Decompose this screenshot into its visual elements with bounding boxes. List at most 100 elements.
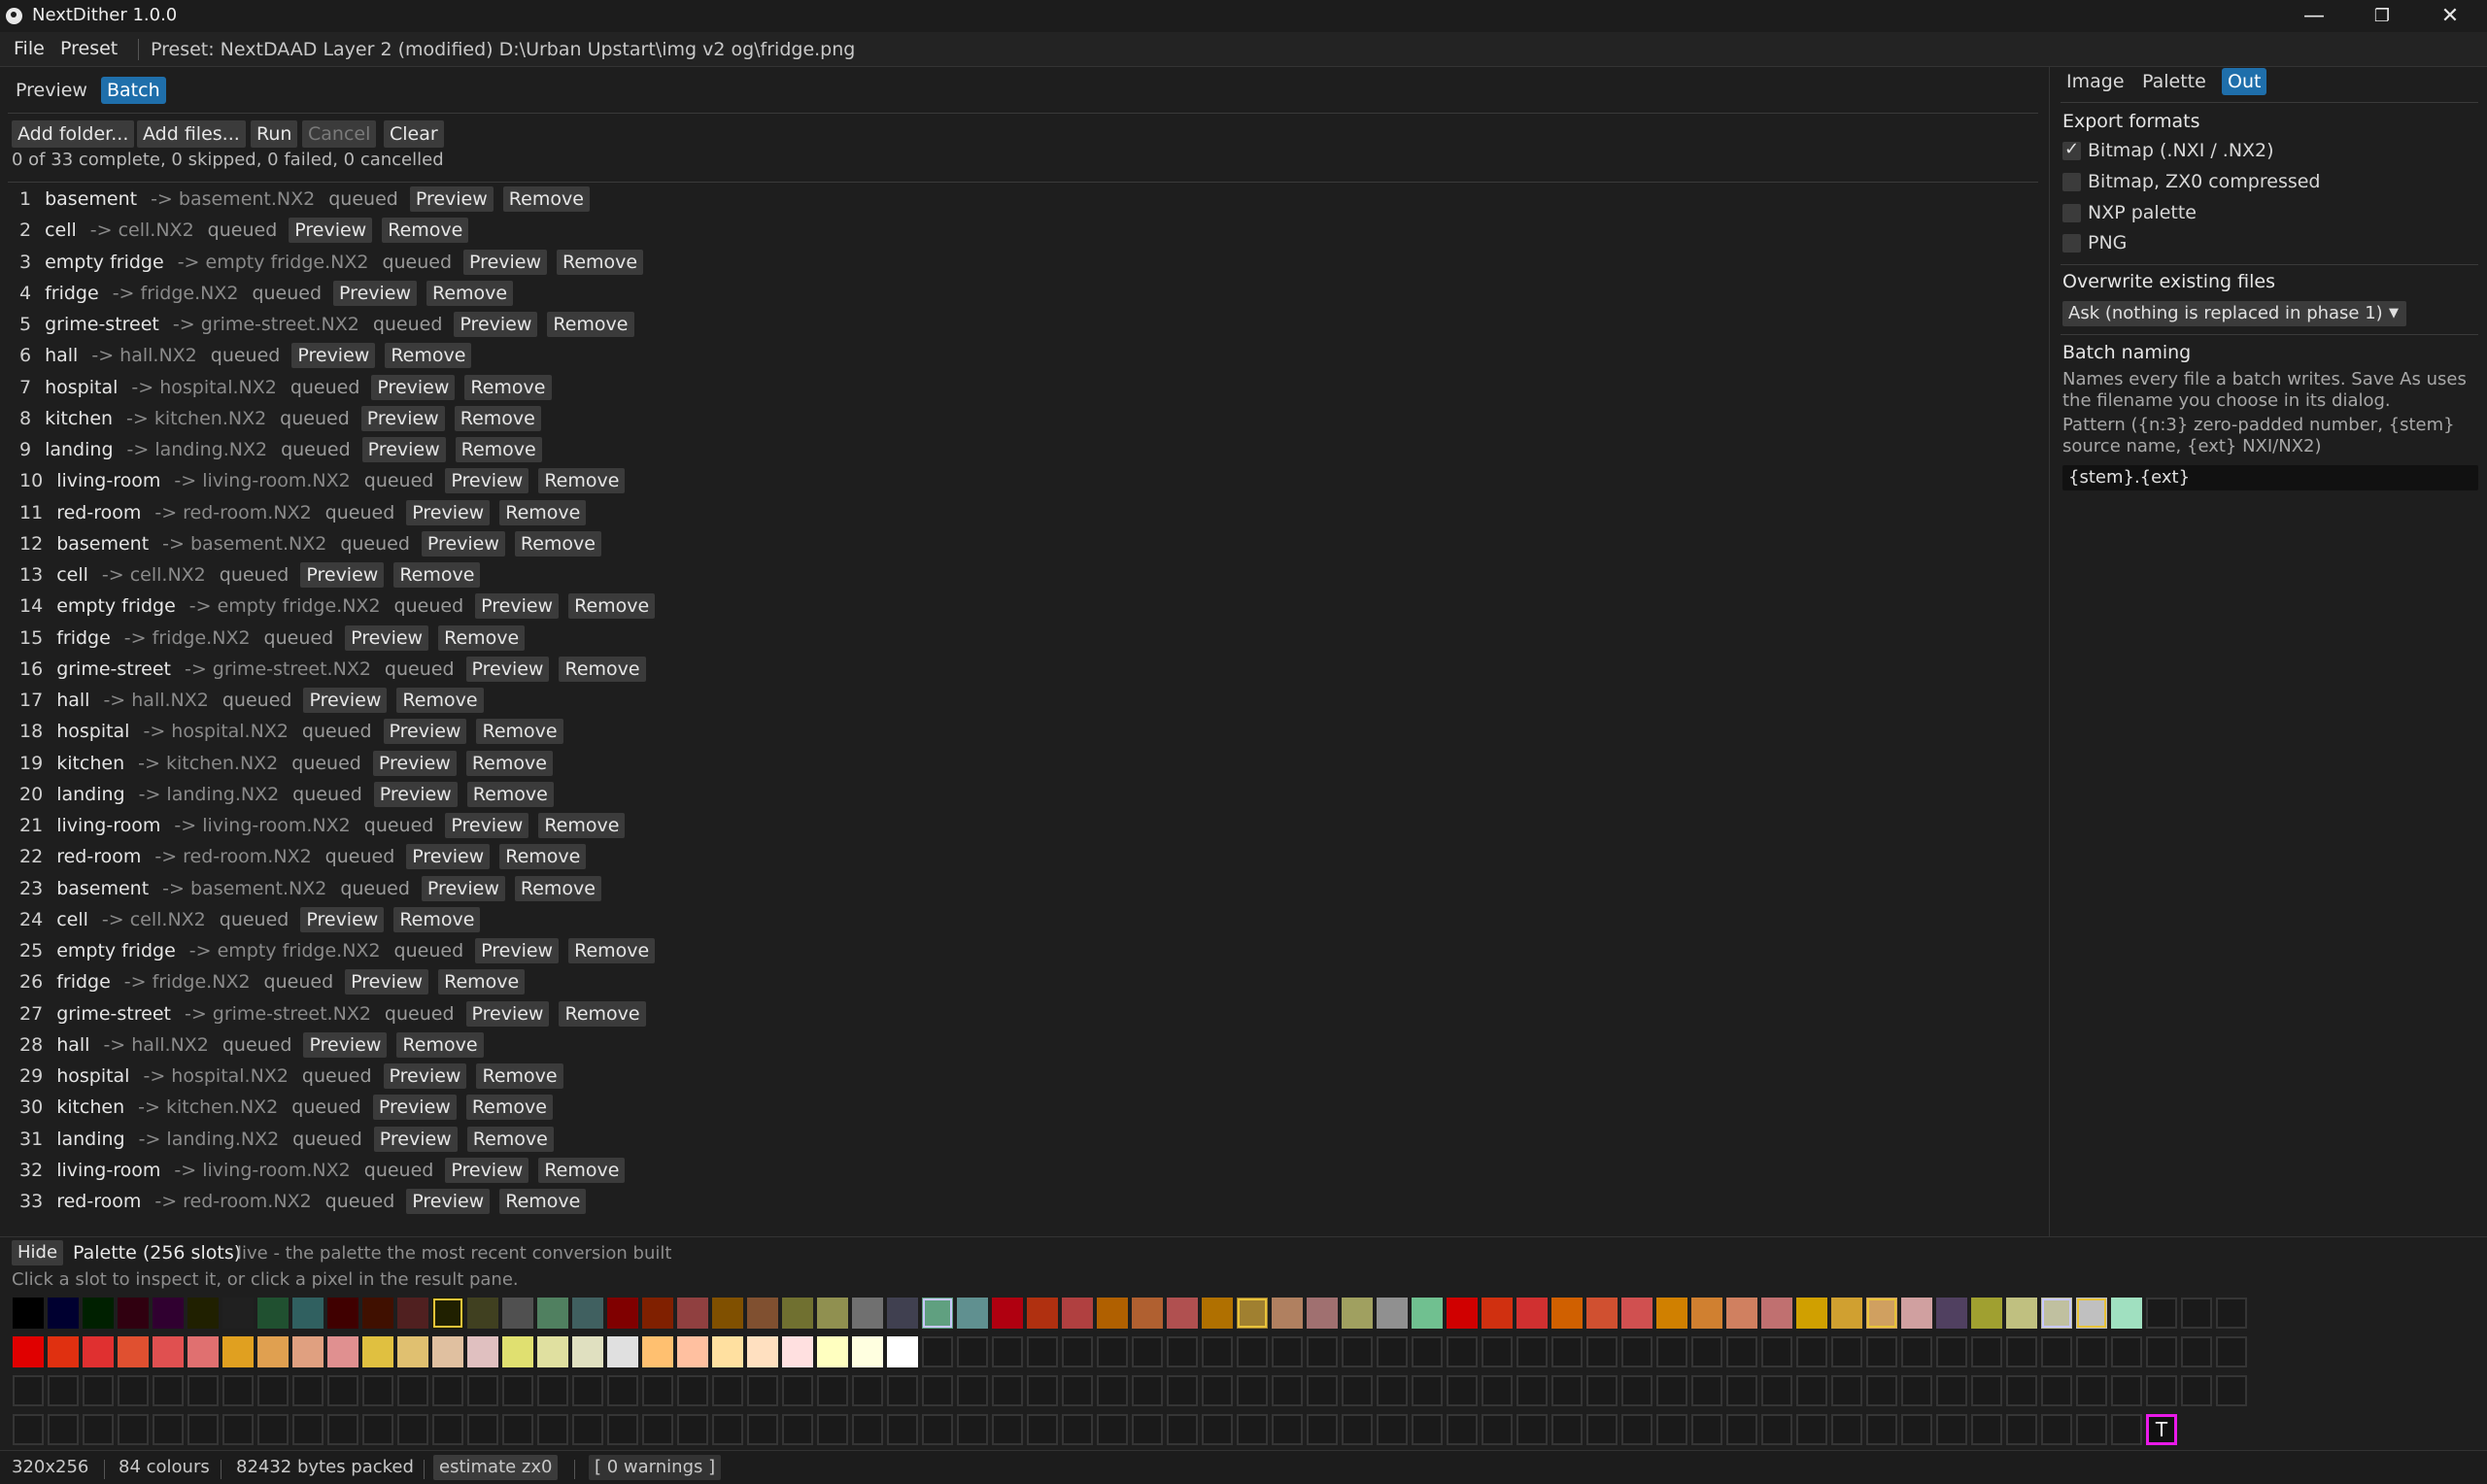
palette-slot[interactable] bbox=[327, 1375, 358, 1406]
row-preview-button[interactable]: Preview bbox=[463, 249, 548, 275]
palette-slot[interactable] bbox=[1307, 1375, 1338, 1406]
palette-slot[interactable] bbox=[1167, 1336, 1198, 1367]
palette-slot[interactable] bbox=[1936, 1414, 1967, 1445]
palette-slot[interactable] bbox=[677, 1336, 708, 1367]
palette-slot[interactable] bbox=[1342, 1336, 1373, 1367]
cancel-button[interactable]: Cancel bbox=[302, 120, 377, 148]
palette-slot[interactable] bbox=[1516, 1414, 1548, 1445]
row-remove-button[interactable]: Remove bbox=[568, 593, 656, 620]
palette-slot[interactable] bbox=[922, 1375, 953, 1406]
row-preview-button[interactable]: Preview bbox=[289, 218, 373, 244]
row-preview-button[interactable]: Preview bbox=[373, 781, 458, 807]
palette-slot[interactable] bbox=[1901, 1414, 1932, 1445]
palette-slot[interactable] bbox=[887, 1375, 918, 1406]
row-preview-button[interactable]: Preview bbox=[445, 468, 529, 494]
row-remove-button[interactable]: Remove bbox=[568, 938, 656, 963]
row-preview-button[interactable]: Preview bbox=[345, 624, 429, 651]
palette-slot[interactable] bbox=[2041, 1298, 2072, 1329]
palette-slot[interactable] bbox=[292, 1298, 324, 1329]
palette-slot[interactable] bbox=[2216, 1298, 2247, 1329]
menu-preset[interactable]: Preset bbox=[60, 38, 118, 59]
transparent-slot[interactable]: T bbox=[2146, 1414, 2177, 1445]
row-preview-button[interactable]: Preview bbox=[303, 1031, 388, 1058]
row-preview-button[interactable]: Preview bbox=[291, 343, 376, 369]
row-remove-button[interactable]: Remove bbox=[538, 468, 626, 494]
naming-pattern-input[interactable]: {stem}.{ext} bbox=[2062, 465, 2478, 490]
palette-slot[interactable] bbox=[1132, 1336, 1163, 1367]
palette-slot[interactable] bbox=[852, 1414, 883, 1445]
palette-slot[interactable] bbox=[13, 1414, 44, 1445]
palette-slot[interactable] bbox=[362, 1414, 393, 1445]
palette-slot[interactable] bbox=[1027, 1375, 1058, 1406]
row-remove-button[interactable]: Remove bbox=[438, 624, 526, 651]
row-remove-button[interactable]: Remove bbox=[396, 688, 484, 713]
palette-slot[interactable] bbox=[1936, 1375, 1967, 1406]
row-remove-button[interactable]: Remove bbox=[476, 1063, 563, 1089]
palette-slot[interactable] bbox=[642, 1375, 673, 1406]
palette-slot[interactable] bbox=[992, 1336, 1023, 1367]
row-remove-button[interactable]: Remove bbox=[465, 1095, 553, 1121]
palette-slot[interactable] bbox=[1901, 1336, 1932, 1367]
row-remove-button[interactable]: Remove bbox=[538, 813, 626, 838]
palette-slot[interactable] bbox=[642, 1336, 673, 1367]
palette-slot[interactable] bbox=[922, 1336, 953, 1367]
row-remove-button[interactable]: Remove bbox=[426, 280, 514, 306]
palette-slot[interactable] bbox=[1866, 1298, 1897, 1329]
palette-slot[interactable] bbox=[187, 1336, 219, 1367]
palette-slot[interactable] bbox=[782, 1336, 813, 1367]
palette-slot[interactable] bbox=[957, 1375, 988, 1406]
row-preview-button[interactable]: Preview bbox=[406, 1189, 491, 1214]
palette-slot[interactable] bbox=[747, 1375, 778, 1406]
minimize-icon[interactable]: — bbox=[2281, 0, 2347, 32]
palette-slot[interactable] bbox=[1027, 1336, 1058, 1367]
palette-slot[interactable] bbox=[1796, 1375, 1827, 1406]
palette-slot[interactable] bbox=[1237, 1336, 1268, 1367]
palette-slot[interactable] bbox=[48, 1298, 79, 1329]
palette-slot[interactable] bbox=[13, 1375, 44, 1406]
palette-slot[interactable] bbox=[1586, 1414, 1618, 1445]
palette-slot[interactable] bbox=[852, 1375, 883, 1406]
palette-slot[interactable] bbox=[2041, 1336, 2072, 1367]
menu-file[interactable]: File bbox=[14, 38, 45, 59]
palette-slot[interactable] bbox=[957, 1298, 988, 1329]
palette-slot[interactable] bbox=[1656, 1336, 1687, 1367]
row-preview-button[interactable]: Preview bbox=[345, 969, 429, 995]
palette-slot[interactable] bbox=[397, 1375, 428, 1406]
palette-slot[interactable] bbox=[48, 1336, 79, 1367]
row-preview-button[interactable]: Preview bbox=[371, 374, 456, 400]
row-preview-button[interactable]: Preview bbox=[300, 906, 385, 932]
palette-slot[interactable] bbox=[467, 1336, 498, 1367]
palette-slot[interactable] bbox=[1342, 1298, 1373, 1329]
palette-slot[interactable] bbox=[1691, 1375, 1722, 1406]
row-remove-button[interactable]: Remove bbox=[514, 875, 601, 901]
palette-slot[interactable] bbox=[957, 1336, 988, 1367]
palette-slot[interactable] bbox=[1482, 1375, 1513, 1406]
palette-slot[interactable] bbox=[992, 1414, 1023, 1445]
palette-slot[interactable] bbox=[887, 1336, 918, 1367]
palette-slot[interactable] bbox=[467, 1375, 498, 1406]
palette-slot[interactable] bbox=[1412, 1298, 1443, 1329]
palette-slot[interactable] bbox=[1027, 1298, 1058, 1329]
palette-slot[interactable] bbox=[1132, 1414, 1163, 1445]
palette-slot[interactable] bbox=[1551, 1336, 1583, 1367]
palette-slot[interactable] bbox=[537, 1336, 568, 1367]
palette-slot[interactable] bbox=[1691, 1414, 1722, 1445]
palette-slot[interactable] bbox=[1761, 1375, 1792, 1406]
palette-slot[interactable] bbox=[1831, 1336, 1862, 1367]
palette-slot[interactable] bbox=[1307, 1336, 1338, 1367]
palette-slot[interactable] bbox=[852, 1336, 883, 1367]
row-preview-button[interactable]: Preview bbox=[445, 1157, 529, 1183]
palette-slot[interactable] bbox=[1936, 1336, 1967, 1367]
palette-slot[interactable] bbox=[1831, 1375, 1862, 1406]
row-remove-button[interactable]: Remove bbox=[499, 1189, 587, 1214]
palette-slot[interactable] bbox=[2006, 1375, 2037, 1406]
palette-slot[interactable] bbox=[362, 1336, 393, 1367]
palette-slot[interactable] bbox=[1447, 1414, 1478, 1445]
palette-slot[interactable] bbox=[747, 1298, 778, 1329]
palette-slot[interactable] bbox=[817, 1298, 848, 1329]
palette-slot[interactable] bbox=[1062, 1336, 1093, 1367]
palette-slot[interactable] bbox=[607, 1336, 638, 1367]
bitmap-checkbox[interactable]: Bitmap (.NXI / .NX2) bbox=[2062, 139, 2274, 162]
row-remove-button[interactable]: Remove bbox=[438, 969, 526, 995]
palette-slot[interactable] bbox=[1097, 1298, 1128, 1329]
